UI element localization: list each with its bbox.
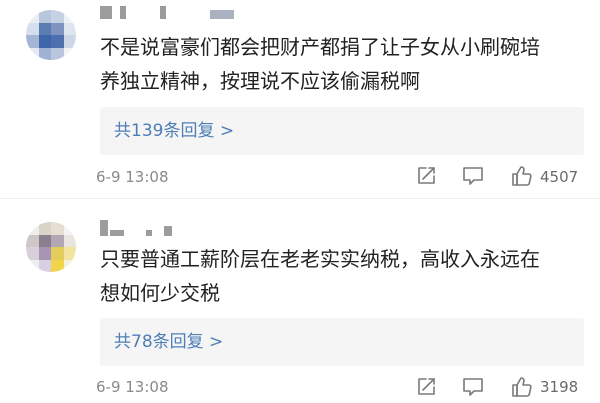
avatar-pixel [63, 35, 76, 48]
avatar-pixel [63, 234, 76, 247]
avatar-pixel [51, 259, 64, 272]
avatar[interactable] [26, 222, 76, 272]
avatar-pixel [51, 10, 64, 23]
avatar-pixel [38, 10, 51, 23]
avatar-pixel [26, 247, 39, 260]
avatar-pixel [51, 247, 64, 260]
avatar-pixel [51, 47, 64, 60]
avatar-pixel [63, 22, 76, 35]
avatar-pixel [63, 10, 76, 23]
avatar-pixel [26, 47, 39, 60]
divider [0, 198, 600, 199]
comment-text: 只要普通工薪阶层在老老实实纳税，高收入永远在 想如何少交税 [100, 247, 540, 305]
comment-text: 不是说富豪们都会把财产都捐了让子女从小刷碗培 养独立精神，按理说不应该偷漏税啊 [100, 35, 540, 93]
avatar-pixel [63, 222, 76, 235]
avatar-pixel [26, 222, 39, 235]
avatar-pixel [26, 22, 39, 35]
avatar-pixel [63, 47, 76, 60]
avatar-pixel [26, 259, 39, 272]
avatar-pixel [38, 222, 51, 235]
avatar-pixel [38, 234, 51, 247]
comment-item: 不是说富豪们都会把财产都捐了让子女从小刷碗培 养独立精神，按理说不应该偷漏税啊 … [0, 0, 600, 200]
avatar-pixel [38, 47, 51, 60]
avatar-pixel [38, 22, 51, 35]
avatar-pixel [38, 247, 51, 260]
avatar-pixel [26, 35, 39, 48]
avatar-pixel [51, 234, 64, 247]
view-replies-button[interactable]: 共78条回复 > [100, 318, 584, 366]
like-count: 3198 [540, 378, 579, 396]
avatar-pixel [38, 259, 51, 272]
avatar-pixel [51, 35, 64, 48]
comment-timestamp: 6-9 13:08 [96, 378, 169, 396]
comment-icon[interactable] [461, 164, 485, 188]
avatar-pixel [63, 259, 76, 272]
comment-timestamp: 6-9 13:08 [96, 168, 169, 186]
avatar-pixel [26, 234, 39, 247]
share-icon[interactable] [414, 375, 438, 399]
comment-item: 只要普通工薪阶层在老老实实纳税，高收入永远在 想如何少交税 共78条回复 > 6… [0, 200, 600, 402]
share-icon[interactable] [414, 164, 438, 188]
avatar-pixel [38, 35, 51, 48]
like-count: 4507 [540, 168, 579, 186]
view-replies-button[interactable]: 共139条回复 > [100, 107, 584, 155]
avatar-pixel [63, 247, 76, 260]
avatar-pixel [51, 22, 64, 35]
comment-icon[interactable] [461, 375, 485, 399]
like-icon[interactable] [510, 164, 534, 188]
like-icon[interactable] [510, 375, 534, 399]
avatar-pixel [26, 10, 39, 23]
avatar-pixel [51, 222, 64, 235]
avatar[interactable] [26, 10, 76, 60]
